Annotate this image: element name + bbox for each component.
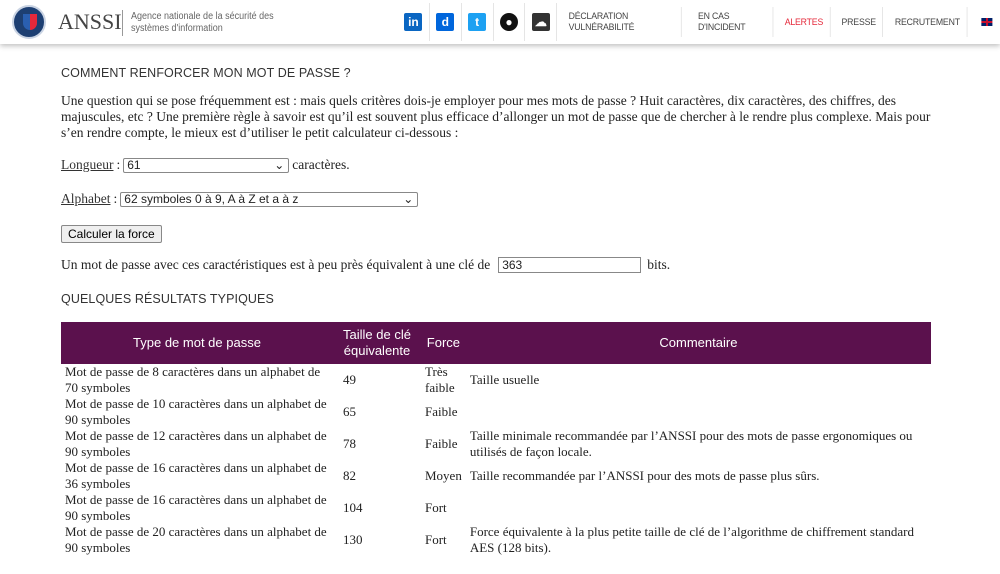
alphabet-value: 62 symboles 0 à 9, A à Z et a à z (124, 192, 299, 206)
length-select[interactable]: 61 ⌄ (123, 157, 290, 173)
top-nav: in d t ● ☁ DÉCLARATION VULNÉRABILITÉ EN … (398, 0, 1000, 44)
table-header: Type de mot de passe Taille de clé équiv… (61, 322, 931, 364)
nav-declaration[interactable]: DÉCLARATION VULNÉRABILITÉ (563, 7, 683, 37)
soundcloud-link[interactable]: ☁ (525, 3, 558, 41)
brand-name[interactable]: ANSSI (58, 9, 122, 35)
cell-comment (466, 396, 931, 428)
cell-type: Mot de passe de 20 caractères dans un al… (65, 524, 327, 555)
site-header: ANSSI Agence nationale de la sécurité de… (0, 0, 1000, 44)
result-row: Un mot de passe avec ces caractéristique… (61, 257, 670, 273)
table-row: Mot de passe de 16 caractères dans un al… (61, 492, 931, 524)
alphabet-row: Alphabet: 62 symboles 0 à 9, A à Z et a … (61, 191, 419, 207)
col-type: Type de mot de passe (61, 322, 333, 364)
table-row: Mot de passe de 16 caractères dans un al… (61, 460, 931, 492)
language-flag-uk-icon[interactable] (972, 7, 999, 37)
cell-type: Mot de passe de 8 caractères dans un alp… (65, 364, 321, 395)
tagline: Agence nationale de la sécurité des systè… (131, 11, 274, 35)
nav-incident[interactable]: EN CAS D'INCIDENT (691, 7, 773, 37)
cell-key-size: 104 (343, 500, 363, 515)
cell-type: Mot de passe de 10 caractères dans un al… (65, 396, 327, 427)
cell-type: Mot de passe de 16 caractères dans un al… (65, 460, 327, 491)
col-force: Force (421, 322, 466, 364)
github-icon: ● (500, 13, 518, 31)
cell-key-size: 130 (343, 532, 363, 547)
colon: : (113, 191, 118, 206)
col-comment: Commentaire (465, 322, 931, 364)
twitter-link[interactable]: t (462, 3, 494, 41)
result-suffix: bits. (647, 257, 671, 272)
nav-alertes[interactable]: ALERTES (779, 7, 831, 37)
cell-force: Fort (425, 532, 447, 547)
cell-type: Mot de passe de 16 caractères dans un al… (65, 492, 327, 523)
cell-key-size: 65 (343, 404, 356, 419)
twitter-icon: t (468, 13, 487, 31)
col-key-size: Taille de clé équivalente (333, 322, 421, 364)
table-row: Mot de passe de 12 caractères dans un al… (61, 428, 931, 460)
length-row: Longueur: 61 ⌄ caractères. (61, 157, 350, 173)
result-prefix: Un mot de passe avec ces caractéristique… (61, 257, 491, 272)
cell-comment (466, 492, 931, 524)
intro-paragraph: Une question qui se pose fréquemment est… (61, 93, 931, 140)
alphabet-label: Alphabet (61, 191, 111, 206)
cell-comment: Taille minimale recommandée par l’ANSSI … (469, 428, 913, 459)
page-title: COMMENT RENFORCER MON MOT DE PASSE ? (61, 66, 351, 80)
calculate-button[interactable]: Calculer la force (61, 225, 162, 243)
results-title: QUELQUES RÉSULTATS TYPIQUES (61, 292, 274, 306)
tagline-line: systèmes d'information (131, 23, 223, 34)
cell-key-size: 82 (343, 468, 356, 483)
tagline-line: Agence nationale de la sécurité des (131, 11, 274, 22)
length-value: 61 (127, 158, 141, 172)
cell-comment: Force équivalente à la plus petite taill… (469, 524, 914, 555)
divider (122, 10, 123, 36)
table-row: Mot de passe de 10 caractères dans un al… (61, 396, 931, 428)
length-suffix: caractères. (292, 157, 350, 172)
linkedin-link[interactable]: in (398, 3, 430, 41)
anssi-logo-icon[interactable] (12, 5, 46, 39)
cell-comment: Taille recommandée par l’ANSSI pour des … (469, 468, 820, 483)
cell-force: Fort (425, 500, 447, 515)
length-label: Longueur (61, 157, 114, 172)
table-row: Mot de passe de 8 caractères dans un alp… (61, 364, 931, 396)
cell-comment: Taille usuelle (469, 372, 540, 387)
cell-force: Faible (425, 404, 458, 419)
cell-force: Très faible (425, 364, 455, 395)
dailymotion-icon: d (436, 13, 455, 31)
dailymotion-link[interactable]: d (430, 3, 462, 41)
cell-force: Moyen (425, 468, 462, 483)
github-link[interactable]: ● (494, 3, 526, 41)
results-table: Type de mot de passe Taille de clé équiv… (61, 322, 931, 556)
table-row: Mot de passe de 20 caractères dans un al… (61, 524, 931, 556)
chevron-down-icon: ⌄ (274, 158, 285, 172)
soundcloud-icon: ☁ (531, 13, 550, 31)
chevron-down-icon: ⌄ (403, 192, 414, 206)
nav-recrutement[interactable]: RECRUTEMENT (889, 7, 968, 37)
colon: : (116, 157, 121, 172)
cell-key-size: 49 (343, 372, 356, 387)
linkedin-icon: in (404, 13, 423, 31)
cell-type: Mot de passe de 12 caractères dans un al… (65, 428, 327, 459)
result-bits-field[interactable]: 363 (498, 257, 642, 273)
cell-force: Faible (425, 436, 458, 451)
alphabet-select[interactable]: 62 symboles 0 à 9, A à Z et a à z ⌄ (120, 191, 419, 207)
cell-key-size: 78 (343, 436, 356, 451)
nav-presse[interactable]: PRESSE (835, 7, 884, 37)
